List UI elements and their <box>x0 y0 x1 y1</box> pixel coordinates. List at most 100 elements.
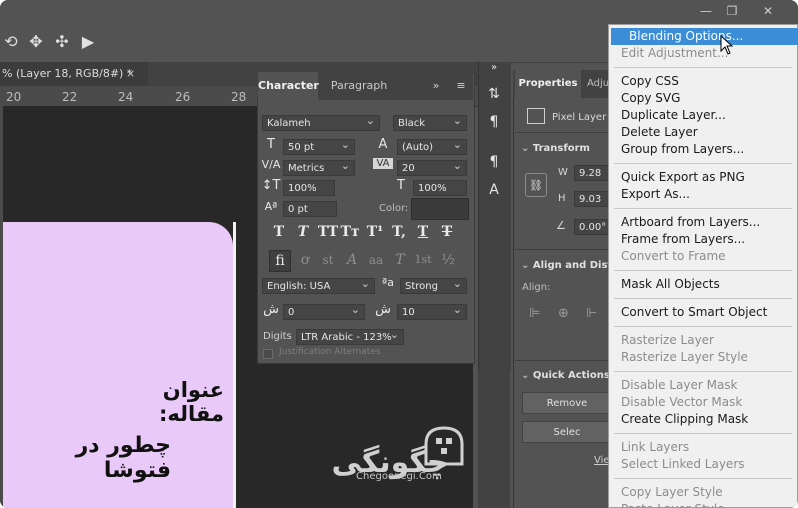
menu-separator <box>614 67 792 68</box>
all-caps-button[interactable]: TT <box>316 222 340 242</box>
slide-3d-icon[interactable]: ✣ <box>51 32 73 52</box>
menu-item-link-layers[interactable]: Link Layers <box>621 439 791 456</box>
close-tab-icon[interactable]: × <box>126 62 135 86</box>
kerning-select[interactable]: Metrics <box>283 158 355 176</box>
ruler-mark: 22 <box>62 90 78 104</box>
transform-section-header[interactable]: ⌄ Transform <box>521 143 590 154</box>
menu-item-mask-all-objects[interactable]: Mask All Objects <box>621 276 791 293</box>
strikethrough-button[interactable]: T <box>437 222 457 242</box>
artboard-heading-text[interactable]: چطور در فتوشا <box>3 433 171 483</box>
justification-alternates-checkbox[interactable] <box>263 349 273 359</box>
old-style-button[interactable]: ơ <box>295 250 315 270</box>
text-color-swatch[interactable] <box>411 198 469 220</box>
panel-expand-icon[interactable]: » <box>430 72 442 100</box>
camera-3d-icon[interactable]: ▶ <box>77 32 99 52</box>
menu-item-artboard-from-layers[interactable]: Artboard from Layers... <box>621 214 791 231</box>
align-section-header[interactable]: ⌄ Align and Dist <box>521 260 611 271</box>
leading-field[interactable]: (Auto) <box>397 137 467 155</box>
artboard-title-text[interactable]: عنوان مقاله: <box>98 378 224 426</box>
vertical-scale-field[interactable]: 100% <box>283 180 335 196</box>
swash-button[interactable]: A <box>342 250 362 270</box>
kashida-right-select[interactable]: 10 <box>397 302 467 320</box>
menu-item-frame-from-layers[interactable]: Frame from Layers... <box>621 231 791 248</box>
transform-section-label: Transform <box>532 143 590 154</box>
menu-item-rasterize-layer-style[interactable]: Rasterize Layer Style <box>621 349 791 366</box>
stylistic-alternates-button[interactable]: aa <box>366 250 386 270</box>
document-tab[interactable]: % (Layer 18, RGB/8#) * × <box>0 62 148 86</box>
tab-character[interactable]: Character <box>258 72 319 100</box>
quick-actions-header[interactable]: ⌄ Quick Actions <box>521 370 610 381</box>
font-family-select[interactable]: Kalameh <box>262 113 380 131</box>
discretionary-ligatures-button[interactable]: st <box>318 250 338 270</box>
ligatures-button[interactable]: fi <box>269 250 291 272</box>
superscript-button[interactable]: T¹ <box>365 222 385 242</box>
horizontal-scale-icon: T <box>397 178 405 193</box>
dock-paragraph-icon[interactable]: ¶ <box>485 114 503 132</box>
color-label: Color: <box>379 203 409 214</box>
digits-label: Digits <box>263 331 292 342</box>
menu-item-paste-layer-style[interactable]: Paste Layer Style <box>621 501 791 508</box>
kashida-left-select[interactable]: 0 <box>283 302 365 320</box>
small-caps-button[interactable]: Tт <box>340 222 360 242</box>
align-right-icon[interactable]: ⊩ <box>586 306 597 321</box>
menu-item-rasterize-layer[interactable]: Rasterize Layer <box>621 332 791 349</box>
faux-italic-button[interactable]: T <box>293 222 313 242</box>
menu-separator <box>614 208 792 209</box>
menu-item-create-clipping-mask[interactable]: Create Clipping Mask <box>621 411 791 428</box>
dock-history-icon[interactable]: ⇅ <box>485 86 503 104</box>
menu-item-copy-svg[interactable]: Copy SVG <box>621 90 791 107</box>
justification-alternates-label: Justification Alternates <box>279 347 381 357</box>
faux-bold-button[interactable]: T <box>269 222 289 242</box>
mouse-cursor-icon <box>720 35 734 55</box>
align-center-icon[interactable]: ⊕ <box>558 306 569 321</box>
remove-background-button[interactable]: Remove <box>522 392 612 414</box>
ordinals-button[interactable]: 1st <box>413 250 433 270</box>
restore-button[interactable]: ❐ <box>720 2 744 20</box>
minimize-button[interactable]: — <box>694 2 718 20</box>
panel-menu-icon[interactable]: ≡ <box>454 72 468 100</box>
menu-item-group-from-layers[interactable]: Group from Layers... <box>621 141 791 158</box>
tab-properties[interactable]: Properties <box>515 70 581 98</box>
menu-item-disable-vector-mask[interactable]: Disable Vector Mask <box>621 394 791 411</box>
underline-button[interactable]: T <box>413 222 433 242</box>
font-style-select[interactable]: Black <box>393 113 467 131</box>
angle-field[interactable]: 0.00° <box>574 219 610 235</box>
menu-item-disable-layer-mask[interactable]: Disable Layer Mask <box>621 377 791 394</box>
pan-3d-icon[interactable]: ✥ <box>25 32 47 52</box>
rotate-3d-icon[interactable]: ⟲ <box>0 32 22 52</box>
digits-select[interactable]: LTR Arabic - 123% <box>296 327 404 345</box>
tracking-select[interactable]: 20 <box>397 158 467 176</box>
menu-item-blending-options[interactable]: Blending Options... <box>611 28 798 45</box>
subscript-button[interactable]: T, <box>389 222 409 242</box>
menu-item-duplicate-layer[interactable]: Duplicate Layer... <box>621 107 791 124</box>
menu-item-edit-adjustment[interactable]: Edit Adjustment... <box>621 45 791 62</box>
menu-item-convert-to-smart-object[interactable]: Convert to Smart Object <box>621 304 791 321</box>
menu-item-convert-to-frame[interactable]: Convert to Frame <box>621 248 791 265</box>
width-field[interactable]: 9.28 cr <box>574 165 610 181</box>
tab-paragraph[interactable]: Paragraph <box>324 72 394 100</box>
anti-alias-select[interactable]: Strong <box>400 276 467 294</box>
menu-item-export-as[interactable]: Export As... <box>621 186 791 203</box>
dock-collapse-icon[interactable]: » <box>485 62 503 80</box>
horizontal-scale-field[interactable]: 100% <box>413 180 467 196</box>
align-left-icon[interactable]: ⊫ <box>529 306 540 321</box>
font-size-field[interactable]: 50 pt <box>283 137 355 155</box>
menu-item-select-linked-layers[interactable]: Select Linked Layers <box>621 456 791 473</box>
menu-item-quick-export-as-png[interactable]: Quick Export as PNG <box>621 169 791 186</box>
menu-item-copy-layer-style[interactable]: Copy Layer Style <box>621 484 791 501</box>
quick-actions-label: Quick Actions <box>532 370 610 381</box>
menu-item-copy-css[interactable]: Copy CSS <box>621 73 791 90</box>
dock-character-styles-icon[interactable]: A <box>485 182 503 200</box>
select-subject-button[interactable]: Selec <box>522 421 612 443</box>
close-window-button[interactable]: ✕ <box>756 2 780 20</box>
fractions-button[interactable]: ½ <box>438 250 458 270</box>
language-select[interactable]: English: USA <box>262 276 375 294</box>
baseline-shift-icon: Aª <box>264 200 278 213</box>
titling-alternates-button[interactable]: T <box>390 250 410 270</box>
leading-icon: A <box>378 137 388 152</box>
baseline-shift-field[interactable]: 0 pt <box>283 201 337 217</box>
height-field[interactable]: 9.03 cr <box>574 191 610 207</box>
dock-paragraph-styles-icon[interactable]: ¶ <box>485 154 503 172</box>
menu-item-delete-layer[interactable]: Delete Layer <box>621 124 791 141</box>
link-dimensions-icon[interactable]: ⛓ <box>525 173 547 197</box>
